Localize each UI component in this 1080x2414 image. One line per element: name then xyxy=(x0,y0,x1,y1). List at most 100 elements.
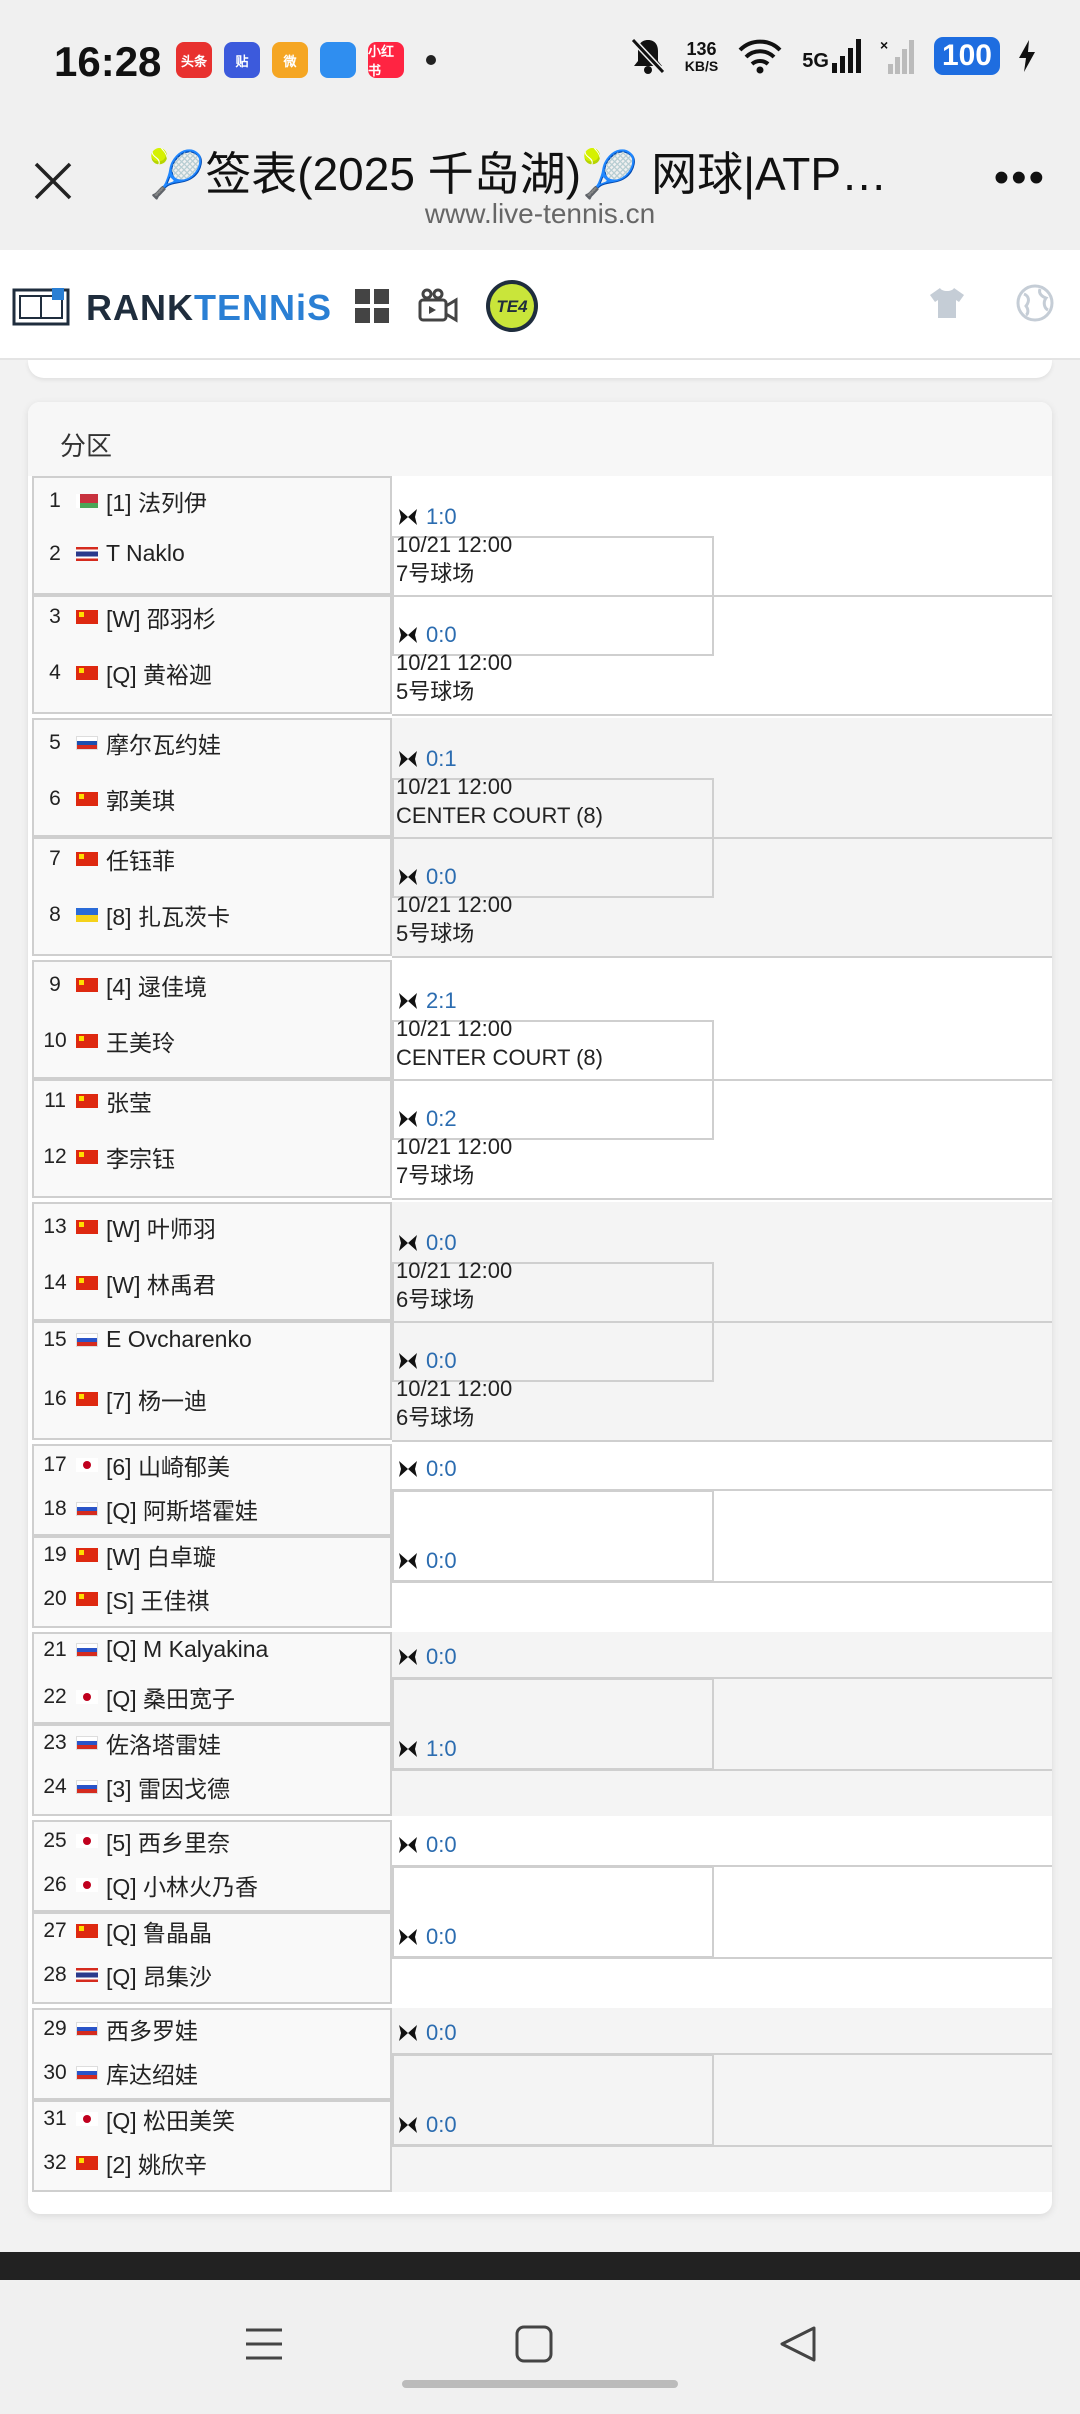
match-info[interactable]: 0:0 xyxy=(396,1456,457,1482)
match-score-value[interactable]: 0:0 xyxy=(426,2020,457,2046)
match-info[interactable]: 0:0 10/21 12:00 5号球场 xyxy=(396,864,512,948)
player-name[interactable]: [Q] 松田美笑 xyxy=(106,2102,235,2136)
match-score-value[interactable]: 1:0 xyxy=(426,504,457,530)
player-row[interactable]: 28 [Q] 昂集沙 xyxy=(40,1958,212,1992)
player-name[interactable]: 任钰菲 xyxy=(106,842,175,876)
player-row[interactable]: 30 库达绍娃 xyxy=(40,2056,198,2090)
court-logo-icon[interactable] xyxy=(12,288,70,326)
match-score[interactable]: 0:0 xyxy=(396,1924,457,1950)
player-row[interactable]: 24 [3] 雷因戈德 xyxy=(40,1770,230,1804)
player-name[interactable]: E Ovcharenko xyxy=(106,1326,252,1353)
player-row[interactable]: 19 [W] 白卓璇 xyxy=(40,1538,216,1572)
player-row[interactable]: 18 [Q] 阿斯塔霍娃 xyxy=(40,1492,258,1526)
player-name[interactable]: [W] 白卓璇 xyxy=(106,1538,216,1572)
player-name[interactable]: 李宗钰 xyxy=(106,1140,175,1174)
player-name[interactable]: [8] 扎瓦茨卡 xyxy=(106,898,230,932)
player-row[interactable]: 14 [W] 林禹君 xyxy=(40,1266,216,1300)
player-name[interactable]: 郭美琪 xyxy=(106,782,175,816)
match-score[interactable]: 0:0 xyxy=(396,1230,512,1256)
match-info[interactable]: 0:2 10/21 12:00 7号球场 xyxy=(396,1106,512,1190)
match-score-value[interactable]: 0:0 xyxy=(426,2112,457,2138)
player-name[interactable]: [Q] 阿斯塔霍娃 xyxy=(106,1492,258,1526)
player-name[interactable]: [Q] 小林火乃香 xyxy=(106,1868,258,1902)
player-row[interactable]: 25 [5] 西乡里奈 xyxy=(40,1824,230,1858)
match-info[interactable]: 0:1 10/21 12:00 CENTER COURT (8) xyxy=(396,746,603,830)
match-score-value[interactable]: 0:1 xyxy=(426,746,457,772)
player-row[interactable]: 27 [Q] 鲁晶晶 xyxy=(40,1914,212,1948)
player-row[interactable]: 22 [Q] 桑田宽子 xyxy=(40,1680,235,1714)
match-score[interactable]: 0:0 xyxy=(396,1348,512,1374)
match-info[interactable]: 0:0 xyxy=(396,2020,457,2046)
player-row[interactable]: 8 [8] 扎瓦茨卡 xyxy=(40,898,230,932)
player-row[interactable]: 29 西多罗娃 xyxy=(40,2012,198,2046)
match-score-value[interactable]: 0:0 xyxy=(426,1924,457,1950)
match-info[interactable]: 0:0 xyxy=(396,2112,457,2138)
player-name[interactable]: 王美玲 xyxy=(106,1024,175,1058)
player-row[interactable]: 20 [S] 王佳祺 xyxy=(40,1582,210,1616)
globe-icon[interactable] xyxy=(1016,284,1054,322)
match-score[interactable]: 0:0 xyxy=(396,864,512,890)
player-row[interactable]: 6 郭美琪 xyxy=(40,782,175,816)
player-name[interactable]: [Q] 桑田宽子 xyxy=(106,1680,235,1714)
te4-badge-icon[interactable]: TE4 xyxy=(484,278,540,334)
match-score-value[interactable]: 0:2 xyxy=(426,1106,457,1132)
player-name[interactable]: 西多罗娃 xyxy=(106,2012,198,2046)
match-score-value[interactable]: 2:1 xyxy=(426,988,457,1014)
player-name[interactable]: [5] 西乡里奈 xyxy=(106,1824,230,1858)
player-row[interactable]: 31 [Q] 松田美笑 xyxy=(40,2102,235,2136)
player-row[interactable]: 2 T Naklo xyxy=(40,540,185,567)
player-row[interactable]: 15 E Ovcharenko xyxy=(40,1326,252,1353)
player-row[interactable]: 10 王美玲 xyxy=(40,1024,175,1058)
player-name[interactable]: 摩尔瓦约娃 xyxy=(106,726,221,760)
player-row[interactable]: 12 李宗钰 xyxy=(40,1140,175,1174)
match-score-value[interactable]: 0:0 xyxy=(426,1548,457,1574)
player-name[interactable]: [Q] 昂集沙 xyxy=(106,1958,212,1992)
player-name[interactable]: 张莹 xyxy=(106,1084,152,1118)
player-name[interactable]: [3] 雷因戈德 xyxy=(106,1770,230,1804)
player-row[interactable]: 7 任钰菲 xyxy=(40,842,175,876)
match-score[interactable]: 0:0 xyxy=(396,1644,457,1670)
match-score[interactable]: 0:0 xyxy=(396,1456,457,1482)
player-row[interactable]: 13 [W] 叶师羽 xyxy=(40,1210,216,1244)
match-score-value[interactable]: 0:0 xyxy=(426,622,457,648)
player-name[interactable]: T Naklo xyxy=(106,540,185,567)
match-score-value[interactable]: 0:0 xyxy=(426,1456,457,1482)
match-score[interactable]: 0:0 xyxy=(396,622,512,648)
match-info[interactable]: 0:0 xyxy=(396,1832,457,1858)
player-name[interactable]: [W] 叶师羽 xyxy=(106,1210,216,1244)
match-info[interactable]: 1:0 10/21 12:00 7号球场 xyxy=(396,504,512,588)
player-name[interactable]: [Q] 黄裕迦 xyxy=(106,656,212,690)
player-name[interactable]: [Q] 鲁晶晶 xyxy=(106,1914,212,1948)
player-row[interactable]: 17 [6] 山崎郁美 xyxy=(40,1448,230,1482)
player-row[interactable]: 32 [2] 姚欣辛 xyxy=(40,2146,207,2180)
match-score-value[interactable]: 0:0 xyxy=(426,864,457,890)
match-score[interactable]: 0:0 xyxy=(396,1548,457,1574)
player-name[interactable]: [W] 林禹君 xyxy=(106,1266,216,1300)
player-name[interactable]: [7] 杨一迪 xyxy=(106,1382,207,1416)
player-row[interactable]: 21 [Q] M Kalyakina xyxy=(40,1636,268,1663)
match-score[interactable]: 0:0 xyxy=(396,2020,457,2046)
menu-icon[interactable] xyxy=(244,2324,284,2364)
match-score-value[interactable]: 1:0 xyxy=(426,1736,457,1762)
player-row[interactable]: 4 [Q] 黄裕迦 xyxy=(40,656,212,690)
player-name[interactable]: [W] 邵羽杉 xyxy=(106,600,216,634)
match-info[interactable]: 0:0 xyxy=(396,1644,457,1670)
player-name[interactable]: [1] 法列伊 xyxy=(106,484,207,518)
player-name[interactable]: [Q] M Kalyakina xyxy=(106,1636,268,1663)
grid-icon[interactable] xyxy=(354,288,390,324)
video-camera-icon[interactable] xyxy=(418,288,458,324)
more-options-button[interactable]: ••• xyxy=(994,156,1046,200)
match-score[interactable]: 0:1 xyxy=(396,746,603,772)
player-name[interactable]: 佐洛塔雷娃 xyxy=(106,1726,221,1760)
gesture-handle[interactable] xyxy=(402,2380,678,2388)
match-info[interactable]: 2:1 10/21 12:00 CENTER COURT (8) xyxy=(396,988,603,1072)
back-icon[interactable] xyxy=(778,2324,818,2364)
player-name[interactable]: [6] 山崎郁美 xyxy=(106,1448,230,1482)
match-info[interactable]: 1:0 xyxy=(396,1736,457,1762)
shirt-icon[interactable] xyxy=(928,286,966,320)
player-row[interactable]: 5 摩尔瓦约娃 xyxy=(40,726,221,760)
player-name[interactable]: [S] 王佳祺 xyxy=(106,1582,210,1616)
match-info[interactable]: 0:0 xyxy=(396,1548,457,1574)
match-info[interactable]: 0:0 10/21 12:00 6号球场 xyxy=(396,1348,512,1432)
player-row[interactable]: 11 张莹 xyxy=(40,1084,152,1118)
